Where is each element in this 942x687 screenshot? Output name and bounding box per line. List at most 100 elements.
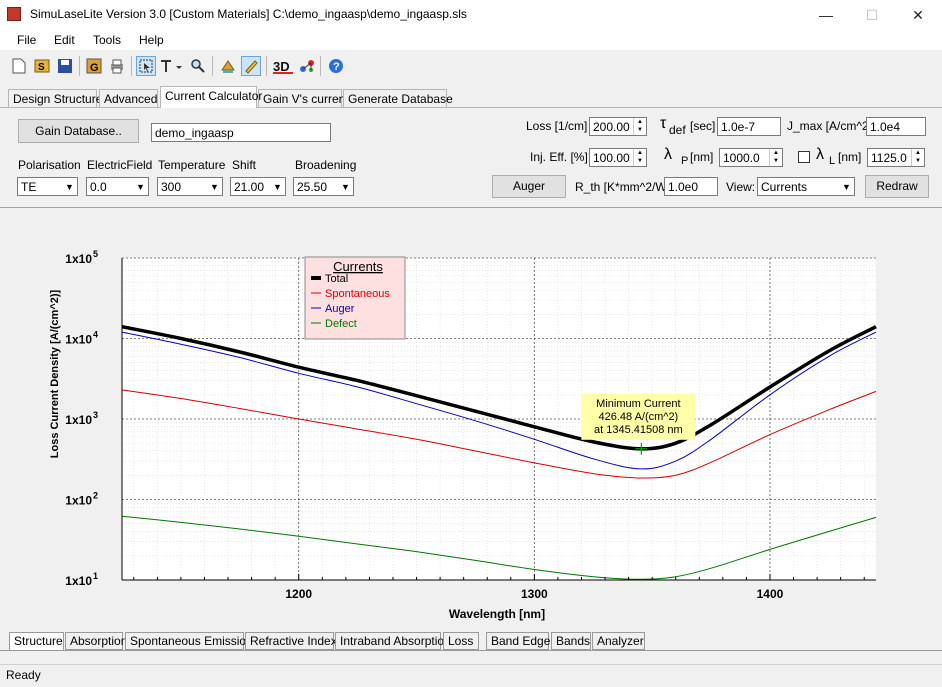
temperature-value: 300 <box>161 180 182 194</box>
tau-def-field[interactable]: 1.0e-7 <box>717 117 781 136</box>
btab-absorption[interactable]: Absorption <box>65 632 127 650</box>
select-mode-icon[interactable] <box>136 56 156 76</box>
molecule-icon[interactable] <box>297 56 317 76</box>
gain-database-button[interactable]: Gain Database.. <box>18 119 139 143</box>
lambda-l-unit-label: [nm] <box>838 150 862 164</box>
view-select[interactable]: Currents ▼ <box>757 177 855 196</box>
x-tick-label: 1200 <box>285 587 312 601</box>
menu-file[interactable]: File <box>17 33 36 47</box>
injection-efficiency-label: Inj. Eff. [%] <box>530 150 588 164</box>
gain-database-field[interactable]: demo_ingaasp <box>151 123 331 142</box>
maximize-button[interactable]: ☐ <box>849 0 895 30</box>
tab-current-calculator[interactable]: Current Calculator <box>160 86 262 108</box>
lambda-l-checkbox[interactable] <box>798 151 810 163</box>
help-icon[interactable]: ? <box>326 56 346 76</box>
bottom-tab-line <box>0 650 942 651</box>
lambda-p-value: 1000.0 <box>723 151 760 165</box>
lambda-l-subscript: L <box>829 155 836 167</box>
svg-text:?: ? <box>333 61 340 73</box>
y-tick-exponent: 4 <box>93 330 98 340</box>
tab-design-structure[interactable]: Design Structure <box>8 89 102 107</box>
y-tick-label: 1x10 <box>65 413 92 427</box>
shift-value: 21.00 <box>234 180 265 194</box>
tab-gain-vs-current[interactable]: Gain V's current <box>258 89 349 107</box>
redraw-button[interactable]: Redraw <box>865 175 929 198</box>
shift-select[interactable]: 21.00 ▼ <box>230 177 286 196</box>
toolbar-separator <box>266 56 267 76</box>
jmax-field[interactable]: 1.0e4 <box>866 117 926 136</box>
injection-efficiency-spinner[interactable]: 100.00 ▲ ▼ <box>589 148 647 167</box>
minimize-button[interactable]: — <box>803 0 849 30</box>
lambda-p-unit-label: [nm] <box>690 150 714 164</box>
svg-text:G: G <box>90 62 99 74</box>
svg-text:S: S <box>38 62 45 73</box>
spin-arrows-icon[interactable]: ▲ ▼ <box>633 149 646 166</box>
gain-icon[interactable]: G <box>84 56 104 76</box>
annotation-line: 426.48 A/(cm^2) <box>598 411 678 423</box>
legend-item-auger: Auger <box>325 303 355 315</box>
tab-advanced[interactable]: Advanced <box>99 89 158 107</box>
annotation-line: at 1345.41508 nm <box>594 424 683 436</box>
tau-subscript: def <box>669 123 686 137</box>
lambda-l-spinner[interactable]: 1125.0 ▲ ▼ <box>867 148 925 167</box>
rth-field[interactable]: 1.0e0 <box>664 177 718 196</box>
btab-band-edge[interactable]: Band Edge <box>486 632 550 650</box>
y-axis-label: Loss Current Density [A/(cm^2)] <box>49 289 61 458</box>
broadening-value: 25.50 <box>297 180 328 194</box>
menu-edit[interactable]: Edit <box>54 33 75 47</box>
btab-structure[interactable]: Structure <box>9 632 64 651</box>
close-button[interactable]: ✕ <box>895 0 941 30</box>
chart-legend[interactable]: Currents Total Spontaneous Auger Defect <box>304 256 406 340</box>
view-label: View: <box>726 180 756 194</box>
btab-analyzer[interactable]: Analyzer <box>592 632 645 650</box>
spin-arrows-icon[interactable]: ▲ ▼ <box>769 149 782 166</box>
zoom-icon[interactable] <box>188 56 208 76</box>
spin-arrows-icon[interactable]: ▲ ▼ <box>911 149 924 166</box>
highlight-icon[interactable] <box>241 56 261 76</box>
polarisation-select[interactable]: TE ▼ <box>17 177 78 196</box>
btab-loss[interactable]: Loss <box>443 632 479 650</box>
legend-title: Currents <box>333 259 383 274</box>
broadening-label: Broadening <box>295 158 357 172</box>
save-icon[interactable] <box>55 56 75 76</box>
svg-text:3D: 3D <box>273 59 290 74</box>
status-bar <box>0 664 942 687</box>
tab-generate-database[interactable]: Generate Database <box>343 89 453 107</box>
current-chart[interactable]: 1200 1300 14001x10 11x10 21x10 31x10 41x10 5 Wa… <box>0 208 942 628</box>
y-tick-label: 1x10 <box>65 252 92 266</box>
loss-spinner[interactable]: 200.00 ▲ ▼ <box>589 117 647 136</box>
electric-field-select[interactable]: 0.0 ▼ <box>86 177 149 196</box>
chevron-down-icon: ▼ <box>210 182 219 192</box>
rth-label: R_th [K*mm^2/W] <box>575 180 670 194</box>
x-tick-label: 1300 <box>521 587 548 601</box>
open-script-icon[interactable]: S <box>32 56 52 76</box>
print-icon[interactable] <box>107 56 127 76</box>
toolbar-separator <box>320 56 321 76</box>
y-tick-exponent: 1 <box>93 571 98 581</box>
injection-efficiency-value: 100.00 <box>593 151 630 165</box>
new-file-icon[interactable] <box>9 56 29 76</box>
electric-field-label: ElectricField <box>87 158 153 172</box>
jmax-label: J_max [A/cm^2] <box>787 119 872 133</box>
toolbar-separator <box>212 56 213 76</box>
auger-button[interactable]: Auger <box>492 175 566 198</box>
toolbar-separator <box>79 56 80 76</box>
btab-intraband-absorption[interactable]: Intraband Absorption <box>335 632 451 650</box>
lambda-p-spinner[interactable]: 1000.0 ▲ ▼ <box>719 148 783 167</box>
3d-view-icon[interactable]: 3D <box>272 56 294 76</box>
menu-help[interactable]: Help <box>139 33 164 47</box>
temperature-select[interactable]: 300 ▼ <box>157 177 223 196</box>
btab-spontaneous-emission[interactable]: Spontaneous Emission <box>125 632 253 650</box>
app-icon <box>7 7 21 21</box>
toolbar-separator <box>131 56 132 76</box>
btab-refractive-index[interactable]: Refractive Index <box>245 632 337 650</box>
spin-arrows-icon[interactable]: ▲ ▼ <box>633 118 646 135</box>
lambda-p-symbol: λ <box>664 146 672 163</box>
menu-tools[interactable]: Tools <box>93 33 121 47</box>
broadening-select[interactable]: 25.50 ▼ <box>293 177 354 196</box>
legend-item-defect: Defect <box>325 318 357 330</box>
text-tool-dropdown-icon[interactable] <box>158 56 184 76</box>
lambda-p-subscript: P <box>681 155 689 167</box>
paint-icon[interactable] <box>218 56 238 76</box>
btab-bands[interactable]: Bands <box>551 632 591 650</box>
